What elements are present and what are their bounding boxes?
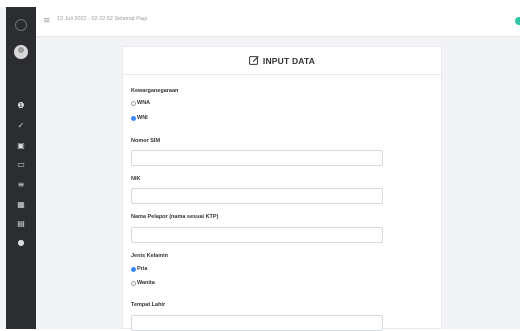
- inbox-icon: ▭: [17, 160, 25, 169]
- card-header: INPUT DATA: [123, 47, 441, 75]
- document-icon: ▤: [17, 219, 25, 228]
- radio-wna-indicator[interactable]: [131, 100, 136, 106]
- radio-pria-indicator[interactable]: [131, 266, 136, 272]
- date-greeting: 13 Juli 2022 - 02:22:52 Selamat Pagi: [57, 16, 148, 22]
- card-title-text: INPUT DATA: [262, 56, 316, 66]
- sidebar-item-check[interactable]: ✓: [6, 119, 36, 133]
- tempat-lahir-label: Tempat Lahir: [131, 302, 166, 308]
- list-icon: ≡: [17, 180, 25, 189]
- radio-wna-label: WNA: [137, 100, 151, 106]
- radio-wni-indicator[interactable]: [131, 115, 136, 121]
- nama-pelapor-input[interactable]: [131, 227, 383, 243]
- check-icon: ✓: [17, 121, 25, 130]
- logo-icon[interactable]: [15, 19, 27, 31]
- sidebar-item-users[interactable]: ●: [6, 236, 36, 250]
- id-card-icon: ▣: [17, 141, 25, 150]
- radio-pria-label: Pria: [137, 266, 148, 272]
- nama-pelapor-label: Nama Pelapor (nama sesuai KTP): [131, 214, 219, 220]
- jenis-kelamin-label: Jenis Kelamin: [131, 253, 168, 259]
- sidebar-item-document[interactable]: ▤: [6, 217, 36, 231]
- app-window: ❶ ✓ ▣ ▭ ≡ ▦ ▤ ● ≡ 13 Juli 2022 - 02:22:5…: [0, 0, 520, 331]
- sidebar: ❶ ✓ ▣ ▭ ≡ ▦ ▤ ●: [6, 7, 36, 329]
- sidebar-item-grid[interactable]: ▦: [6, 198, 36, 212]
- radio-wna[interactable]: WNA: [131, 99, 150, 107]
- nik-input[interactable]: [131, 188, 383, 204]
- grid-icon: ▦: [17, 200, 25, 209]
- sidebar-item-dashboard[interactable]: ❶: [6, 99, 36, 113]
- sidebar-item-id-card[interactable]: ▣: [6, 139, 36, 153]
- input-data-card: INPUT DATA Kewarganegaraan WNA WNI Nomor…: [122, 46, 442, 331]
- hamburger-menu-icon[interactable]: ≡: [43, 15, 53, 27]
- dashboard-icon: ❶: [17, 101, 25, 110]
- top-header: ≡ 13 Juli 2022 - 02:22:52 Selamat Pagi: [36, 7, 520, 37]
- card-title: INPUT DATA: [123, 55, 441, 66]
- users-icon: ●: [17, 238, 25, 247]
- radio-wni-label: WNI: [137, 115, 148, 121]
- top-edge: [0, 0, 520, 7]
- radio-wanita-label: Wanita: [137, 280, 155, 286]
- sidebar-item-list[interactable]: ≡: [6, 178, 36, 192]
- status-indicator: [515, 17, 520, 25]
- nomor-sim-label: Nomor SIM: [131, 138, 161, 144]
- radio-wanita-indicator[interactable]: [131, 280, 136, 286]
- sidebar-item-inbox[interactable]: ▭: [6, 158, 36, 172]
- radio-wanita[interactable]: Wanita: [131, 279, 155, 287]
- kewarganegaraan-label: Kewarganegaraan: [131, 88, 179, 94]
- nik-label: NIK: [131, 176, 141, 182]
- nomor-sim-input[interactable]: [131, 150, 383, 166]
- avatar[interactable]: [14, 45, 28, 59]
- radio-wni[interactable]: WNI: [131, 114, 148, 122]
- edit-icon: [248, 56, 259, 65]
- radio-pria[interactable]: Pria: [131, 265, 147, 273]
